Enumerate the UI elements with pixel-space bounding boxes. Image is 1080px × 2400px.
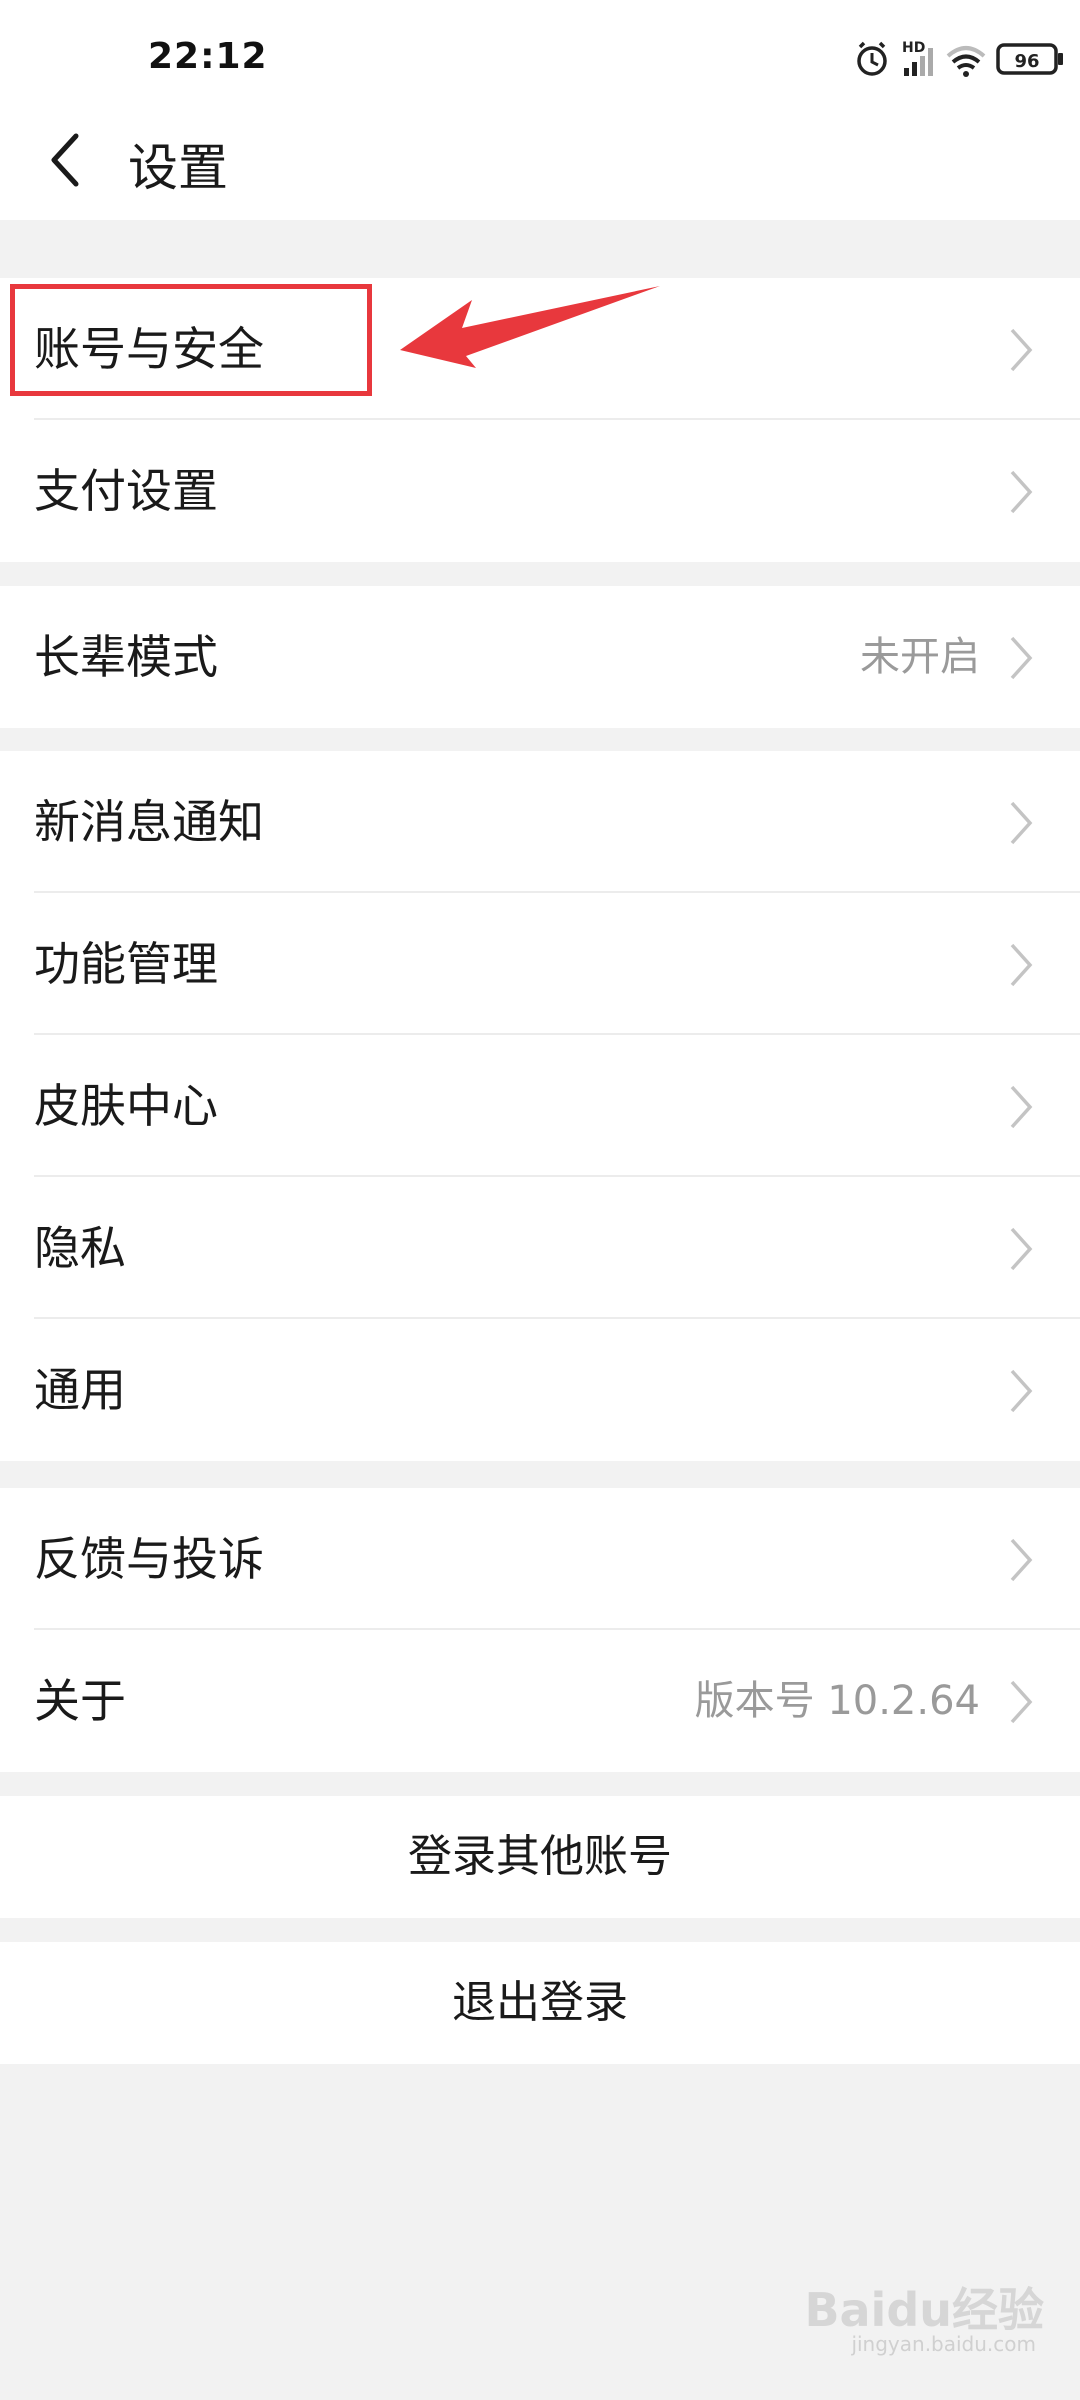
watermark-url: jingyan.baidu.com: [851, 2332, 1036, 2356]
alarm-icon: [857, 41, 887, 76]
settings-item-skins[interactable]: 皮肤中心: [0, 1035, 1080, 1177]
settings-item-label: 通用: [34, 1363, 126, 1417]
settings-group-general: 新消息通知 功能管理 皮肤中心 隐私 通用: [0, 751, 1080, 1461]
settings-item-feedback[interactable]: 反馈与投诉: [0, 1488, 1080, 1630]
chevron-right-icon: [1010, 1227, 1033, 1271]
version-number: 版本号 10.2.64: [694, 1678, 980, 1724]
chevron-right-icon: [1010, 801, 1033, 845]
page-title: 设置: [128, 139, 228, 197]
settings-item-label: 长辈模式: [34, 630, 218, 684]
chevron-right-icon: [1010, 1369, 1033, 1413]
settings-item-label: 隐私: [34, 1221, 126, 1275]
settings-item-value: 未开启: [860, 634, 980, 680]
settings-item-label: 关于: [34, 1674, 126, 1728]
settings-item-features[interactable]: 功能管理: [0, 893, 1080, 1035]
settings-group-about: 反馈与投诉 关于 版本号 10.2.64: [0, 1488, 1080, 1772]
network-type-label: HD: [902, 40, 925, 56]
chevron-right-icon: [1010, 470, 1033, 514]
red-arrow-annotation: [400, 286, 660, 368]
settings-item-label: 新消息通知: [34, 795, 264, 849]
settings-item-elder-mode[interactable]: 长辈模式 未开启: [0, 586, 1080, 728]
settings-item-payment[interactable]: 支付设置: [0, 420, 1080, 562]
status-time: 22:12: [148, 36, 268, 77]
settings-group-elder: 长辈模式 未开启: [0, 586, 1080, 728]
logout-button[interactable]: 退出登录: [0, 1942, 1080, 2064]
login-other-account-button[interactable]: 登录其他账号: [0, 1796, 1080, 1918]
chevron-right-icon: [1010, 1085, 1033, 1129]
settings-item-about[interactable]: 关于 版本号 10.2.64: [0, 1630, 1080, 1772]
battery-icon: 96: [996, 43, 1063, 75]
back-arrow-icon[interactable]: [40, 124, 100, 194]
settings-item-label: 功能管理: [34, 937, 218, 991]
settings-item-general[interactable]: 通用: [0, 1319, 1080, 1461]
status-icons: HD 96: [780, 34, 1080, 84]
settings-item-privacy[interactable]: 隐私: [0, 1177, 1080, 1319]
chevron-right-icon: [1010, 943, 1033, 987]
chevron-right-icon: [1010, 1538, 1033, 1582]
status-icons-svg: HD 96: [857, 40, 1063, 77]
signal-icon: HD: [902, 40, 933, 76]
status-bar: 22:12 HD 96: [0, 0, 1080, 120]
chevron-right-icon: [1010, 328, 1033, 372]
nav-bar: 设置: [0, 120, 1080, 220]
battery-level: 96: [1014, 51, 1039, 72]
highlight-box: [10, 284, 372, 396]
settings-item-label: 支付设置: [34, 464, 218, 518]
settings-item-label: 皮肤中心: [34, 1079, 218, 1133]
baidu-watermark: Baidu经验 jingyan.baidu.com: [784, 2274, 1044, 2364]
watermark-brand: Baidu经验: [804, 2283, 1044, 2337]
settings-item-notifications[interactable]: 新消息通知: [0, 751, 1080, 893]
chevron-right-icon: [1010, 636, 1033, 680]
chevron-right-icon: [1010, 1680, 1033, 1724]
wifi-icon: [946, 46, 986, 77]
settings-item-label: 反馈与投诉: [34, 1532, 264, 1586]
